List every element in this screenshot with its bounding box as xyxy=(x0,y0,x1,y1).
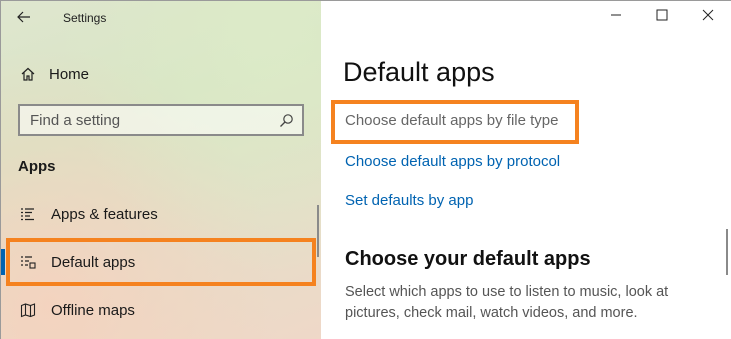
map-icon xyxy=(19,301,37,319)
main-scrollbar[interactable] xyxy=(726,229,728,275)
window-controls xyxy=(593,1,731,33)
minimize-button[interactable] xyxy=(593,1,639,33)
close-icon xyxy=(702,8,714,26)
sidebar-scrollbar[interactable] xyxy=(317,205,319,257)
sidebar-item-label: Offline maps xyxy=(51,301,135,319)
search-icon[interactable] xyxy=(278,112,294,128)
titlebar: Settings xyxy=(1,1,321,35)
section-header-apps: Apps xyxy=(18,158,56,175)
link-by-protocol[interactable]: Choose default apps by protocol xyxy=(345,153,560,170)
sidebar-item-apps-features[interactable]: Apps & features xyxy=(1,196,321,232)
subsection-description: Select which apps to use to listen to mu… xyxy=(345,284,669,321)
maximize-button[interactable] xyxy=(639,1,685,33)
page-title: Default apps xyxy=(343,57,495,87)
back-button[interactable] xyxy=(1,1,47,35)
search-input[interactable]: Find a setting xyxy=(18,104,304,136)
maximize-icon xyxy=(656,8,668,26)
sidebar: Settings Home Find a setting Apps Apps &… xyxy=(1,1,321,339)
window-title: Settings xyxy=(63,11,107,25)
search-placeholder: Find a setting xyxy=(30,111,121,129)
subsection-title: Choose your default apps xyxy=(345,248,591,270)
sidebar-item-home[interactable]: Home xyxy=(1,57,321,91)
link-set-defaults-by-app[interactable]: Set defaults by app xyxy=(345,192,473,209)
close-button[interactable] xyxy=(685,1,731,33)
arrow-left-icon xyxy=(17,10,31,27)
list-icon xyxy=(19,205,37,223)
link-by-file-type[interactable]: Choose default apps by file type xyxy=(345,112,558,129)
minimize-icon xyxy=(610,8,622,26)
sidebar-item-offline-maps[interactable]: Offline maps xyxy=(1,292,321,328)
sidebar-item-label: Apps & features xyxy=(51,205,158,223)
home-label: Home xyxy=(49,65,90,83)
main-pane: Default apps Choose default apps by file… xyxy=(321,1,731,339)
highlight-annotation xyxy=(6,238,316,286)
home-icon xyxy=(19,65,37,83)
